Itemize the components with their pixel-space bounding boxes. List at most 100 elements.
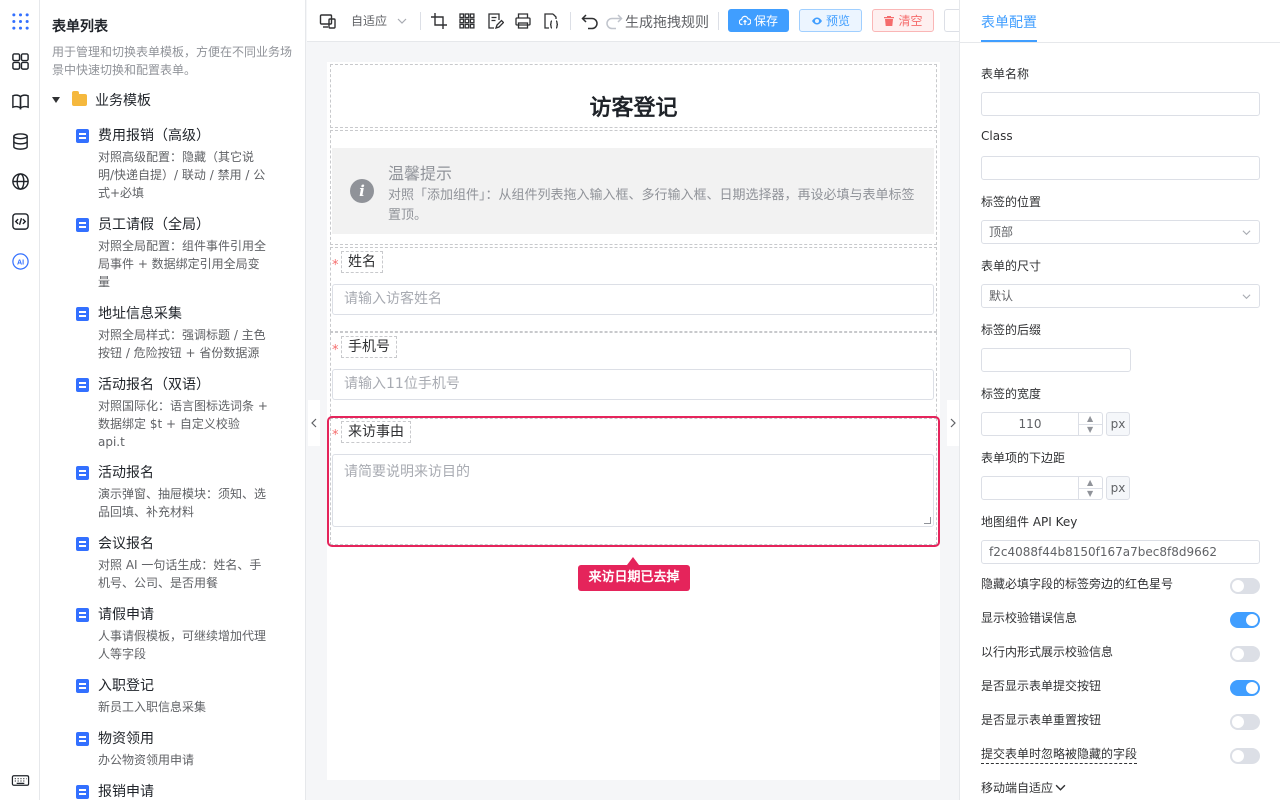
label-position-select[interactable]: 顶部	[981, 220, 1260, 244]
form-list-sidebar: 表单列表 用于管理和切换表单模板，方便在不同业务场景中快速切换和配置表单。 业务…	[40, 0, 306, 800]
edit-icon[interactable]	[305, 217, 306, 234]
database-icon[interactable]	[8, 129, 32, 153]
folder-business-templates[interactable]: 业务模板	[52, 90, 151, 110]
chevron-right-icon	[950, 418, 956, 428]
edit-icon[interactable]	[305, 128, 306, 145]
stepper-buttons[interactable]: ▲ ▼	[1078, 477, 1103, 499]
save-button[interactable]: 保存	[728, 9, 789, 32]
api-key-input[interactable]: f2c4088f44b8150f167a7bec8f8d9662	[981, 540, 1260, 564]
code-icon[interactable]	[8, 209, 32, 233]
toggle-ignore-hidden[interactable]	[1230, 748, 1260, 764]
chevron-down-icon	[1055, 784, 1066, 791]
document-icon	[76, 608, 89, 622]
form-name-input[interactable]	[981, 92, 1260, 116]
edit-icon[interactable]	[305, 731, 306, 748]
toggle-inline-messages[interactable]	[1230, 646, 1260, 662]
document-icon	[76, 129, 89, 143]
keyboard-icon[interactable]	[8, 768, 32, 792]
preview-button[interactable]: 预览	[799, 9, 862, 32]
template-desc: 对照国际化：语言图标选词条 + 数据绑定 $t + 自定义校验 api.t	[98, 399, 268, 449]
toggle-show-errors[interactable]	[1230, 612, 1260, 628]
label-width-value: 110	[1018, 417, 1042, 431]
label-suffix-input[interactable]	[981, 348, 1131, 372]
edit-icon[interactable]	[305, 678, 306, 695]
edit-icon[interactable]	[305, 784, 306, 800]
annotation-callout: 来访日期已去掉	[578, 557, 690, 591]
form-title: 访客登记	[589, 96, 678, 121]
template-name: 会议报名	[98, 536, 154, 552]
ai-assistant-icon[interactable]: AI	[8, 249, 32, 273]
globe-icon[interactable]	[8, 169, 32, 193]
required-mark: *	[332, 343, 339, 358]
document-icon	[76, 537, 89, 551]
apps-grid-icon[interactable]	[8, 9, 32, 33]
edit-icon[interactable]	[305, 377, 306, 394]
device-icon[interactable]	[319, 12, 337, 30]
undo-icon[interactable]	[581, 12, 599, 30]
template-name: 费用报销（高级）	[98, 128, 210, 144]
edit-icon[interactable]	[305, 607, 306, 624]
required-mark: *	[332, 258, 339, 273]
template-desc: 对照全局样式：强调标题 / 主色按钮 / 危险按钮 + 省份数据源	[98, 328, 266, 360]
collapse-left-button[interactable]	[308, 400, 320, 446]
item-margin-stepper[interactable]: ▲ ▼	[981, 476, 1103, 500]
components-icon[interactable]	[8, 49, 32, 73]
form-size-value: 默认	[989, 289, 1014, 303]
generate-rules-button[interactable]: 生成拖拽规则	[625, 12, 709, 32]
edit-icon[interactable]	[305, 536, 306, 553]
document-icon	[76, 218, 89, 232]
document-icon	[76, 679, 89, 693]
edit-icon[interactable]	[305, 306, 306, 323]
toggle-reset-button[interactable]	[1230, 714, 1260, 730]
edit-icon[interactable]	[305, 465, 306, 482]
svg-text:AI: AI	[16, 258, 23, 266]
json-icon[interactable]	[542, 12, 560, 30]
toggle-submit-button[interactable]	[1230, 680, 1260, 696]
increase-icon[interactable]: ▲	[1087, 478, 1093, 488]
decrease-icon[interactable]: ▼	[1087, 489, 1093, 499]
document-icon	[76, 785, 89, 799]
clear-button[interactable]: 清空	[872, 9, 934, 32]
field-label[interactable]: 手机号	[341, 336, 397, 358]
phone-input[interactable]: 请输入11位手机号	[332, 369, 934, 400]
label-width-label: 标签的宽度	[981, 387, 1042, 401]
label-suffix-label: 标签的后缀	[981, 323, 1042, 337]
tip-alert: i 温馨提示 对照「添加组件」：从组件列表拖入输入框、多行输入框、日期选择器，再…	[332, 148, 934, 234]
chevron-down-icon[interactable]	[397, 15, 407, 25]
grid-icon[interactable]	[458, 12, 476, 30]
label-position-label: 标签的位置	[981, 195, 1042, 209]
printer-icon[interactable]	[514, 12, 532, 30]
caret-down-icon[interactable]	[52, 97, 60, 103]
decrease-icon[interactable]: ▼	[1087, 425, 1093, 435]
increase-icon[interactable]: ▲	[1087, 414, 1093, 424]
field-label[interactable]: 姓名	[341, 251, 383, 273]
crop-icon[interactable]	[430, 12, 448, 30]
form-size-label: 表单的尺寸	[981, 259, 1042, 273]
note-edit-icon[interactable]	[486, 12, 505, 30]
name-input[interactable]: 请输入访客姓名	[332, 284, 934, 315]
mobile-label: 移动端自适应	[981, 781, 1054, 795]
toggle-label: 显示校验错误信息	[981, 611, 1078, 625]
device-mode-select[interactable]: 自适应	[351, 12, 387, 29]
mobile-adaptive-toggle[interactable]: 移动端自适应	[981, 779, 1066, 796]
eye-icon	[811, 17, 822, 24]
toggle-hide-asterisk[interactable]	[1230, 578, 1260, 594]
divider	[960, 42, 1280, 43]
stepper-buttons[interactable]: ▲ ▼	[1078, 413, 1103, 435]
book-icon[interactable]	[8, 89, 32, 113]
form-name-label: 表单名称	[981, 67, 1030, 81]
class-input[interactable]	[981, 156, 1260, 180]
toggle-label: 是否显示表单提交按钮	[981, 679, 1102, 693]
clear-label: 清空	[898, 14, 923, 28]
class-label: Class	[981, 129, 1013, 143]
redo-icon[interactable]	[605, 12, 623, 30]
tab-form-config[interactable]: 表单配置	[981, 12, 1037, 32]
form-size-select[interactable]: 默认	[981, 284, 1260, 308]
template-name: 入职登记	[98, 678, 154, 694]
designer-toolbar: 自适应 生成拖拽规则 保存 预览 清空	[307, 0, 964, 42]
folder-icon	[72, 91, 87, 106]
label-width-stepper[interactable]: 110 ▲ ▼	[981, 412, 1103, 436]
collapse-right-button[interactable]	[947, 400, 959, 446]
template-desc: 人事请假模板，可继续增加代理人等字段	[98, 629, 267, 661]
template-desc: 办公物资领用申请	[98, 753, 195, 767]
